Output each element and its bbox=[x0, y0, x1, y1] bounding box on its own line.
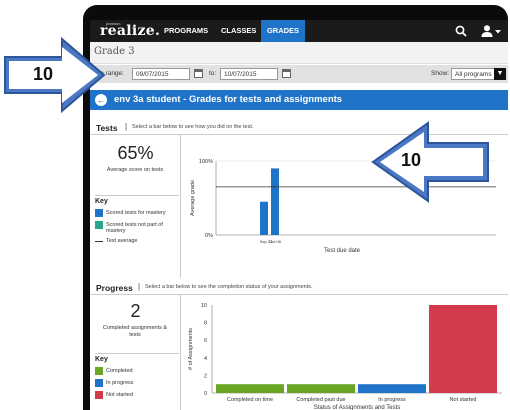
key-item: Completed bbox=[95, 366, 179, 378]
key-label: Not started bbox=[106, 392, 133, 398]
tests-key: Key Scored tests for mastery Scored test… bbox=[95, 195, 179, 248]
x-tick-label: Completed on time bbox=[227, 397, 273, 403]
date-to-label: to: bbox=[209, 70, 217, 77]
key-item: In progress bbox=[95, 378, 179, 390]
tests-heading: Tests bbox=[96, 123, 118, 133]
x-axis-label: Status of Assignments and Tests bbox=[314, 405, 401, 410]
progress-panel: 2 Completed assignments & tests Key Comp… bbox=[90, 295, 508, 410]
user-menu-icon[interactable] bbox=[480, 24, 502, 38]
key-item: Not started bbox=[95, 390, 179, 402]
top-nav: pearson realize. PROGRAMS CLASSES GRADES bbox=[90, 20, 508, 42]
student-header: ← env 3a student - Grades for tests and … bbox=[90, 90, 508, 110]
tests-subtitle: Select a bar below to see how you did on… bbox=[132, 124, 254, 130]
progress-separator: | bbox=[138, 282, 141, 291]
nav-classes[interactable]: CLASSES bbox=[214, 20, 263, 42]
date-to-field[interactable]: 10/07/2015 bbox=[220, 68, 278, 80]
key-label: Completed bbox=[106, 368, 133, 374]
chevron-down-icon[interactable]: ▼ bbox=[494, 68, 506, 80]
nav-grades[interactable]: GRADES bbox=[261, 20, 305, 42]
progress-key: Key Completed In progress Not started bbox=[95, 353, 179, 402]
calendar-icon[interactable] bbox=[194, 69, 203, 78]
tests-key-title: Key bbox=[95, 198, 108, 205]
nav-programs[interactable]: PROGRAMS bbox=[157, 20, 215, 42]
key-item: Scored tests not part of mastery bbox=[95, 220, 179, 236]
tests-summary: 65% Average score on tests Key Scored te… bbox=[90, 135, 181, 278]
x-tick-label: Not started bbox=[450, 397, 477, 403]
y-tick-label: 2 bbox=[204, 373, 207, 379]
tests-average-value: 65% bbox=[117, 143, 154, 163]
show-label: Show: bbox=[431, 70, 450, 77]
x-axis-label: Test due date bbox=[324, 248, 361, 254]
progress-bar bbox=[429, 305, 497, 393]
key-average-line bbox=[95, 241, 103, 242]
date-from-field[interactable]: 09/07/2015 bbox=[132, 68, 190, 80]
key-swatch bbox=[95, 391, 103, 399]
callout-arrow-left bbox=[371, 121, 489, 203]
key-label: Scored tests not part of mastery bbox=[106, 222, 163, 234]
y-tick-label: 4 bbox=[204, 356, 207, 362]
key-swatch bbox=[95, 209, 103, 217]
progress-count-label: Completed assignments & tests bbox=[102, 325, 168, 338]
y-tick-label: 100% bbox=[199, 159, 213, 165]
progress-bar bbox=[358, 384, 426, 393]
test-bar bbox=[271, 168, 279, 235]
progress-bar bbox=[216, 384, 284, 393]
callout-label-right: 10 bbox=[401, 150, 422, 170]
callout-label-left: 10 bbox=[33, 64, 54, 84]
progress-bar bbox=[287, 384, 355, 393]
progress-subtitle: Select a bar below to see the completion… bbox=[145, 284, 313, 290]
y-axis-label: Average grade bbox=[190, 180, 196, 216]
program-select[interactable]: All programs bbox=[451, 68, 499, 80]
progress-key-title: Key bbox=[95, 356, 108, 363]
key-item: Test average bbox=[95, 236, 179, 248]
y-tick-label: 10 bbox=[201, 303, 207, 309]
tests-average-label: Average score on tests bbox=[106, 167, 164, 173]
key-swatch bbox=[95, 367, 103, 375]
student-title: env 3a student - Grades for tests and as… bbox=[114, 94, 343, 105]
tests-separator: | bbox=[125, 122, 128, 131]
key-label: Scored tests for mastery bbox=[106, 210, 166, 216]
y-tick-label: 8 bbox=[204, 321, 207, 327]
test-bar bbox=[260, 201, 268, 235]
progress-heading: Progress bbox=[96, 283, 133, 293]
x-tick-label: In progress bbox=[378, 397, 406, 403]
y-tick-label: 6 bbox=[204, 338, 207, 344]
key-swatch bbox=[95, 379, 103, 387]
calendar-icon[interactable] bbox=[282, 69, 291, 78]
y-axis-label: # of Assignments bbox=[188, 328, 194, 370]
key-swatch bbox=[95, 221, 103, 229]
x-tick-label: Oct 08 bbox=[269, 239, 282, 244]
key-label: Test average bbox=[106, 238, 138, 244]
key-label: In progress bbox=[106, 380, 134, 386]
stage: pearson realize. PROGRAMS CLASSES GRADES… bbox=[0, 0, 510, 410]
callout-arrow-right bbox=[4, 36, 106, 114]
progress-chart: 0 2 4 6 8 10 # of Assignments Completed on time… bbox=[188, 303, 502, 410]
progress-section-header: Progress | Select a bar below to see the… bbox=[90, 280, 508, 295]
key-item: Scored tests for mastery bbox=[95, 208, 179, 220]
filter-bar: Date range: 09/07/2015 to: 10/07/2015 Sh… bbox=[90, 65, 508, 83]
x-tick-label: Completed past due bbox=[296, 397, 345, 403]
y-tick-label: 0% bbox=[205, 233, 213, 239]
brand-small-text: pearson bbox=[106, 21, 121, 26]
progress-count-value: 2 bbox=[130, 301, 141, 321]
app-screen: pearson realize. PROGRAMS CLASSES GRADES… bbox=[90, 20, 508, 410]
title-bar: Grade 3 bbox=[90, 42, 508, 64]
search-icon[interactable] bbox=[455, 25, 467, 37]
progress-summary: 2 Completed assignments & tests Key Comp… bbox=[90, 295, 181, 410]
y-tick-label: 0 bbox=[204, 391, 207, 397]
